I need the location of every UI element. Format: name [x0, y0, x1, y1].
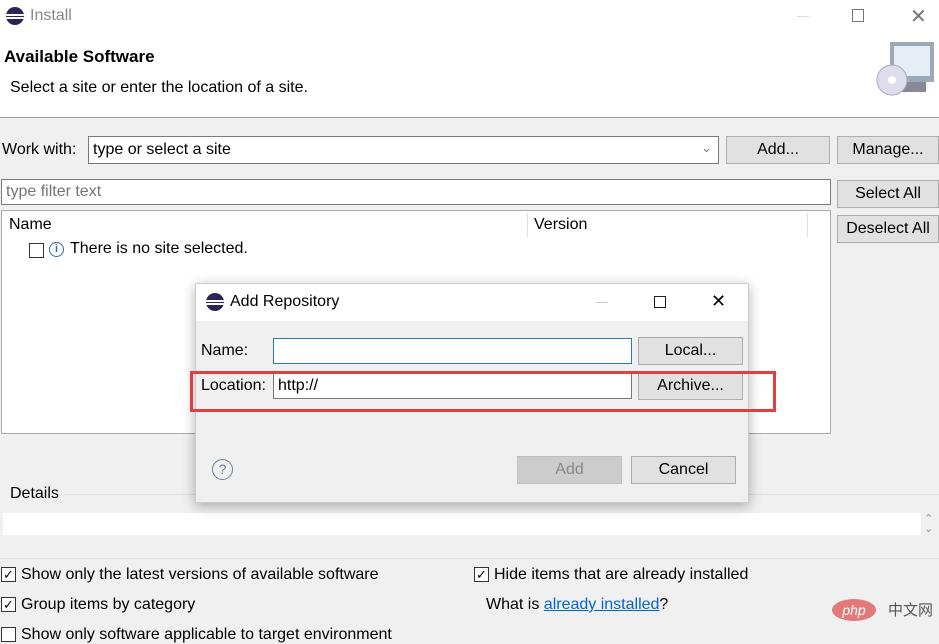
- target-env-checkbox[interactable]: [1, 627, 16, 642]
- latest-versions-checkbox[interactable]: ✓: [1, 567, 16, 582]
- work-with-label: Work with:: [2, 141, 77, 158]
- dialog-minimize-button[interactable]: [596, 302, 608, 303]
- column-header-name[interactable]: Name: [9, 216, 52, 234]
- hide-installed-checkbox[interactable]: ✓: [474, 567, 489, 582]
- svg-text:php: php: [841, 602, 866, 618]
- work-with-combo[interactable]: type or select a site ⌄: [88, 136, 719, 164]
- chevron-down-icon[interactable]: ⌄: [701, 140, 712, 156]
- what-is-installed: What is already installed?: [486, 596, 668, 614]
- help-icon[interactable]: ?: [212, 459, 233, 480]
- details-label: Details: [10, 485, 59, 502]
- already-installed-link[interactable]: already installed: [544, 596, 660, 613]
- manage-button[interactable]: Manage...: [837, 136, 939, 164]
- dialog-title: Add Repository: [230, 293, 340, 310]
- table-row-checkbox[interactable]: [29, 243, 44, 258]
- column-divider: [527, 213, 528, 237]
- add-site-button[interactable]: Add...: [726, 136, 830, 164]
- column-divider: [807, 213, 808, 237]
- group-by-category-checkbox[interactable]: ✓: [1, 597, 16, 612]
- hide-installed-label: Hide items that are already installed: [494, 566, 749, 583]
- name-input[interactable]: [273, 338, 632, 364]
- name-label: Name:: [201, 342, 249, 359]
- group-by-category-label: Group items by category: [21, 596, 196, 613]
- minimize-button[interactable]: [797, 16, 809, 17]
- page-subtitle: Select a site or enter the location of a…: [10, 79, 308, 96]
- filter-input[interactable]: [1, 179, 831, 205]
- deselect-all-button[interactable]: Deselect All: [837, 215, 939, 243]
- page-title: Available Software: [4, 47, 155, 66]
- what-is-text: What is: [486, 596, 544, 613]
- maximize-button[interactable]: [852, 9, 864, 22]
- dialog-maximize-button[interactable]: [654, 296, 666, 308]
- eclipse-icon: [6, 7, 24, 25]
- watermark-logo: php 中文网: [830, 598, 936, 622]
- details-scroll-icon[interactable]: ⌃ ⌄: [924, 514, 933, 535]
- column-header-version[interactable]: Version: [534, 216, 587, 234]
- table-row-text: There is no site selected.: [70, 240, 248, 257]
- details-text: [3, 513, 921, 535]
- info-icon: i: [49, 242, 64, 257]
- details-bottom-divider: [0, 558, 939, 559]
- title-bar: [0, 0, 939, 34]
- window-title: Install: [30, 7, 72, 24]
- select-all-button[interactable]: Select All: [837, 180, 939, 208]
- latest-versions-label: Show only the latest versions of availab…: [21, 566, 379, 583]
- local-button[interactable]: Local...: [638, 337, 743, 365]
- install-banner-icon: [874, 40, 936, 102]
- svg-text:中文网: 中文网: [888, 601, 933, 619]
- close-button[interactable]: ✕: [910, 4, 927, 29]
- eclipse-icon: [206, 293, 224, 311]
- target-env-label: Show only software applicable to target …: [21, 626, 392, 643]
- question-mark: ?: [659, 596, 669, 613]
- work-with-value: type or select a site: [93, 141, 231, 158]
- highlight-box: [190, 371, 776, 412]
- cancel-button[interactable]: Cancel: [631, 456, 736, 484]
- add-button[interactable]: Add: [517, 456, 622, 484]
- dialog-close-button[interactable]: ✕: [711, 291, 726, 312]
